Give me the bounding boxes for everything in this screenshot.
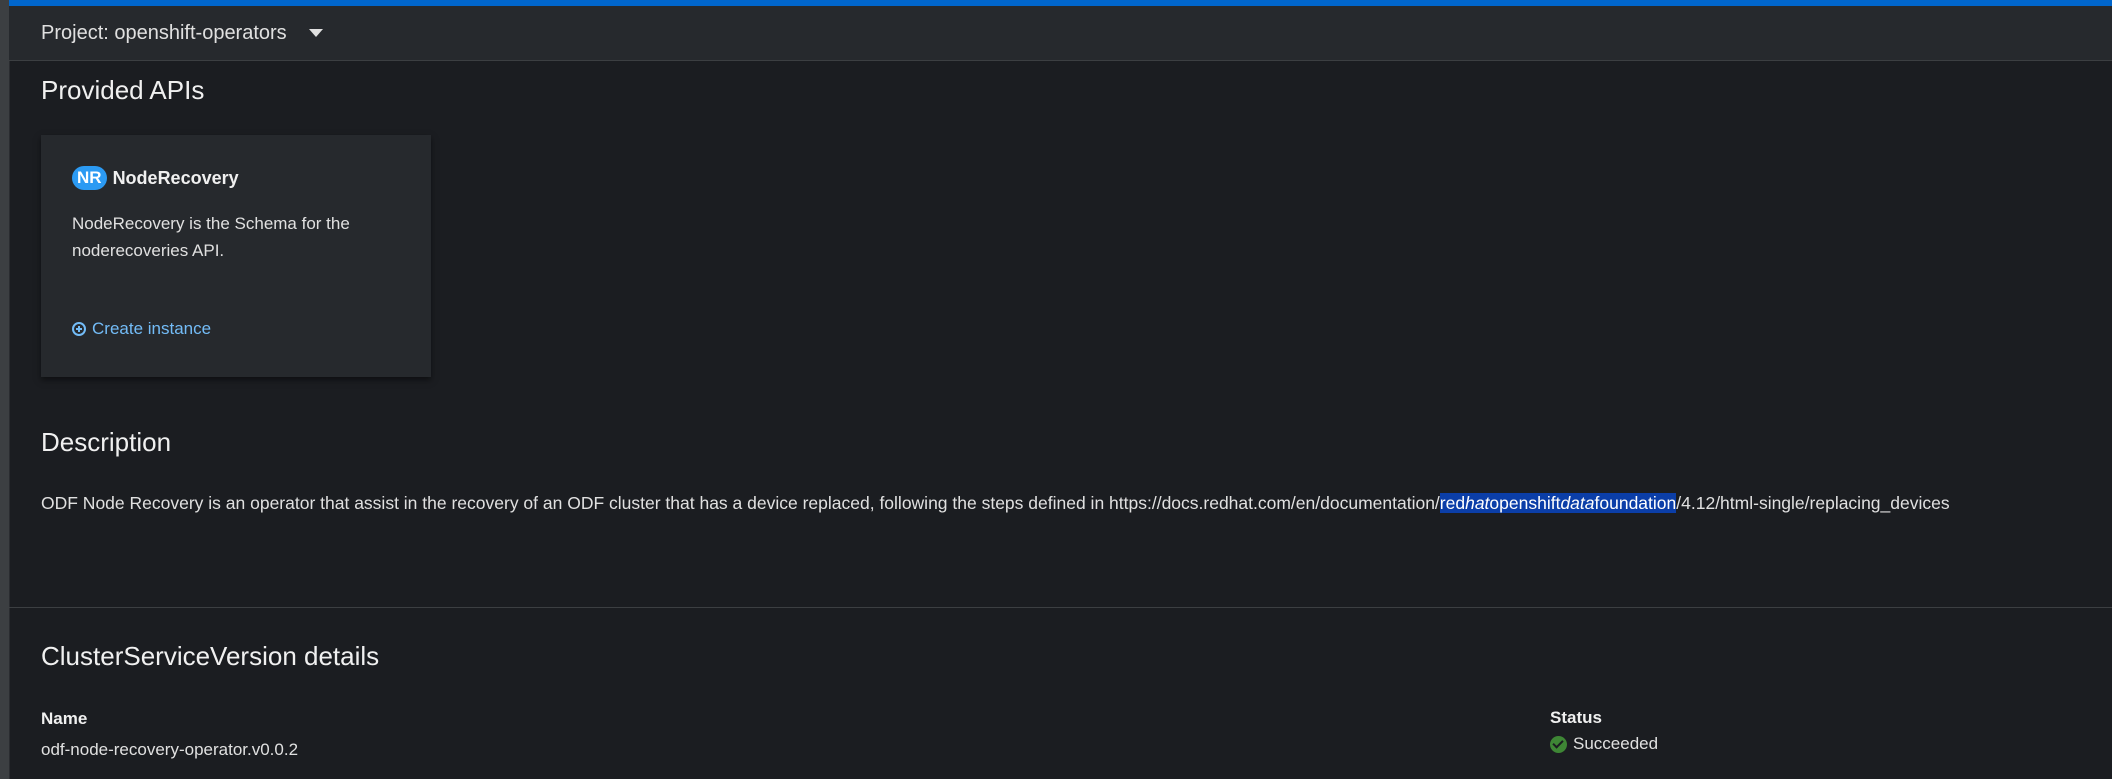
selected-text-5: foundation [1594, 493, 1677, 513]
selected-text-3: openshift [1489, 493, 1561, 513]
project-dropdown[interactable]: Project: openshift-operators [41, 22, 323, 45]
description-text-after: /4.12/html-single/replacing_devices [1676, 493, 1950, 513]
csv-details-heading: ClusterServiceVersion details [41, 641, 380, 671]
selected-text: redhatopenshiftdatafoundation [1439, 493, 1677, 513]
project-label: Project: openshift-operators [41, 21, 287, 44]
selected-text-2: hat [1465, 493, 1490, 513]
status-label: Status [1550, 708, 1602, 727]
selected-text-4: data [1560, 493, 1595, 513]
create-instance-link[interactable]: Create instance [72, 319, 211, 339]
status-text: Succeeded [1573, 734, 1659, 753]
section-divider [9, 607, 2112, 608]
provided-apis-heading: Provided APIs [41, 75, 205, 105]
main-content: Provided APIs NR NodeRecovery NodeRecove… [9, 61, 2112, 779]
status-value: Succeeded [1550, 734, 1658, 754]
selected-text-1: red [1439, 493, 1466, 513]
caret-down-icon [308, 29, 323, 37]
project-bar: Project: openshift-operators [9, 6, 2112, 61]
card-title: NR NodeRecovery [72, 166, 400, 190]
resource-badge: NR [72, 166, 107, 190]
description-text-before: ODF Node Recovery is an operator that as… [41, 493, 1440, 513]
name-value: odf-node-recovery-operator.v0.0.2 [41, 740, 299, 759]
description-text: ODF Node Recovery is an operator that as… [41, 493, 1950, 514]
description-heading: Description [41, 427, 172, 457]
card-description: NodeRecovery is the Schema for the noder… [72, 214, 350, 260]
create-instance-label: Create instance [92, 319, 212, 338]
card-title-text: NodeRecovery [112, 167, 239, 188]
plus-circle-icon [72, 322, 86, 336]
name-label: Name [41, 709, 88, 728]
api-card-noderecovery: NR NodeRecovery NodeRecovery is the Sche… [41, 135, 431, 377]
check-circle-icon [1550, 735, 1567, 753]
